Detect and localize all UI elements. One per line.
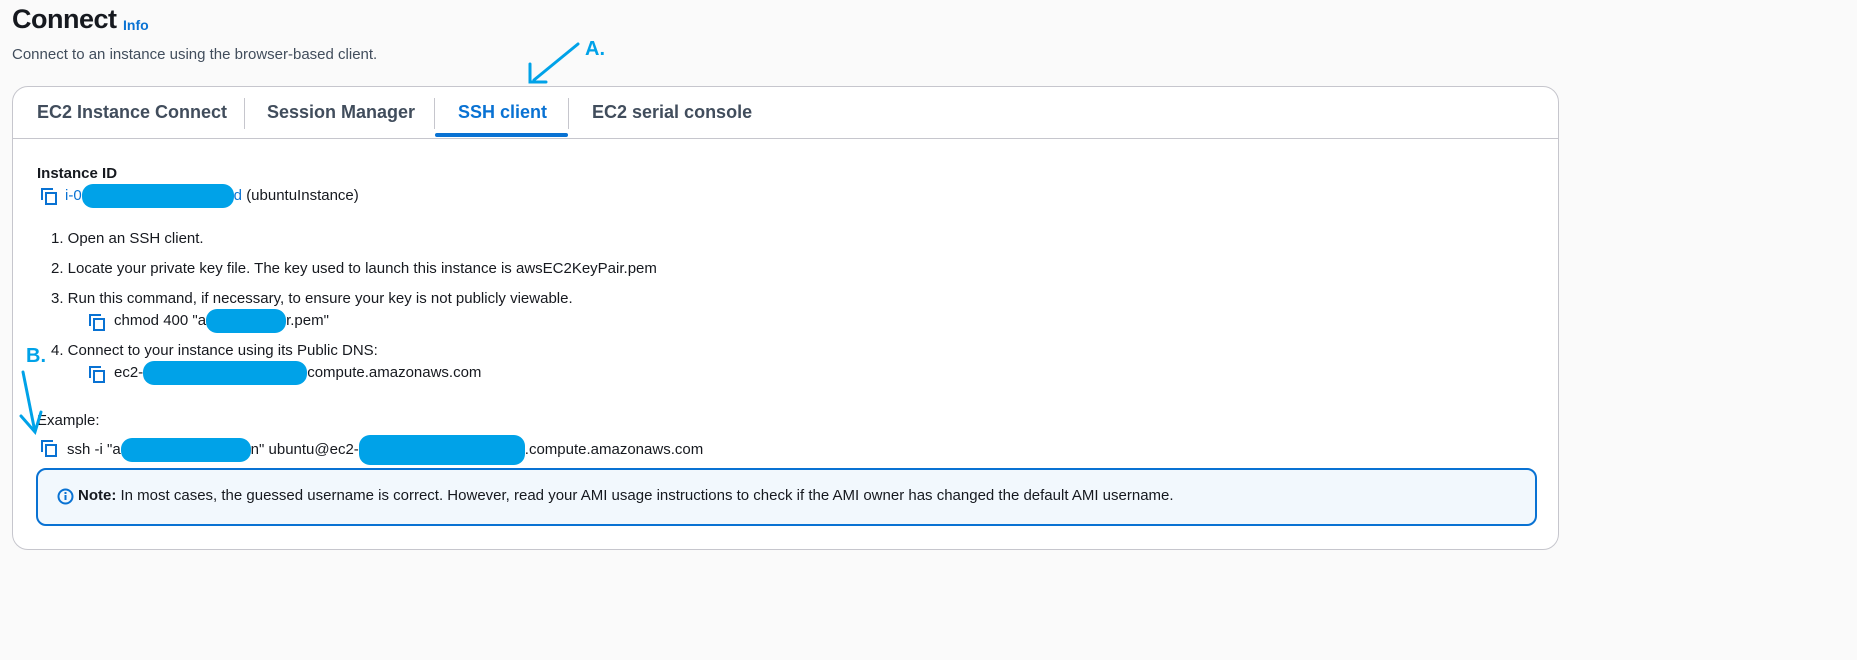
note-body: In most cases, the guessed username is c… <box>116 487 1174 504</box>
tab-divider <box>568 98 569 129</box>
annotation-a: A. <box>585 38 605 60</box>
annotation-arrow-a <box>528 42 580 84</box>
copy-icon[interactable] <box>88 313 106 331</box>
step-1: 1. Open an SSH client. <box>51 230 204 247</box>
copy-icon[interactable] <box>88 365 106 383</box>
step-3: 3. Run this command, if necessary, to en… <box>51 290 573 307</box>
tab-ec2-serial-console[interactable]: EC2 serial console <box>592 102 752 123</box>
dns-prefix: ec2- <box>114 364 144 381</box>
note-text: Note: In most cases, the guessed usernam… <box>78 487 1174 504</box>
example-middle: n" ubuntu@ec2- <box>250 440 359 458</box>
tab-session-manager[interactable]: Session Manager <box>267 102 415 123</box>
copy-icon[interactable] <box>40 187 58 205</box>
info-link[interactable]: Info <box>123 17 149 33</box>
annotation-arrow-b <box>19 370 43 436</box>
note-label: Note: <box>78 487 117 504</box>
step-4: 4. Connect to your instance using its Pu… <box>51 342 378 359</box>
tab-ssh-client[interactable]: SSH client <box>458 102 547 123</box>
tab-divider <box>244 98 245 129</box>
active-tab-indicator <box>435 133 568 137</box>
dns-suffix: compute.amazonaws.com <box>307 364 482 381</box>
public-dns: ec2- compute.amazonaws.com <box>114 361 482 386</box>
example-command: ssh -i "a n" ubuntu@ec2- .compute.amazonaw… <box>67 435 704 465</box>
instance-id-link[interactable]: i-0 <box>65 187 82 204</box>
example-prefix: ssh -i "a <box>67 440 121 458</box>
chmod-command: chmod 400 "a r.pem" <box>114 309 329 334</box>
example-suffix: .compute.amazonaws.com <box>524 440 704 458</box>
info-icon <box>57 488 74 505</box>
annotation-b: B. <box>26 345 46 367</box>
page-subtitle: Connect to an instance using the browser… <box>12 46 378 63</box>
page-title: Connect <box>12 4 117 34</box>
chmod-suffix: r.pem" <box>286 312 329 329</box>
instance-id-suffix: d <box>233 187 243 204</box>
chmod-prefix: chmod 400 "a <box>114 312 207 329</box>
connect-panel: EC2 Instance Connect Session Manager SSH… <box>12 86 1559 550</box>
step-2: 2. Locate your private key file. The key… <box>51 260 657 277</box>
tab-ec2-instance-connect[interactable]: EC2 Instance Connect <box>37 102 227 123</box>
instance-id-label: Instance ID <box>37 165 118 182</box>
note-alert: Note: In most cases, the guessed usernam… <box>36 468 1537 526</box>
instance-name: (ubuntuInstance) <box>246 187 359 204</box>
tab-divider <box>434 98 435 129</box>
instance-id-value: i-0 d (ubuntuInstance) <box>65 184 359 209</box>
tab-bar: EC2 Instance Connect Session Manager SSH… <box>13 87 1558 139</box>
